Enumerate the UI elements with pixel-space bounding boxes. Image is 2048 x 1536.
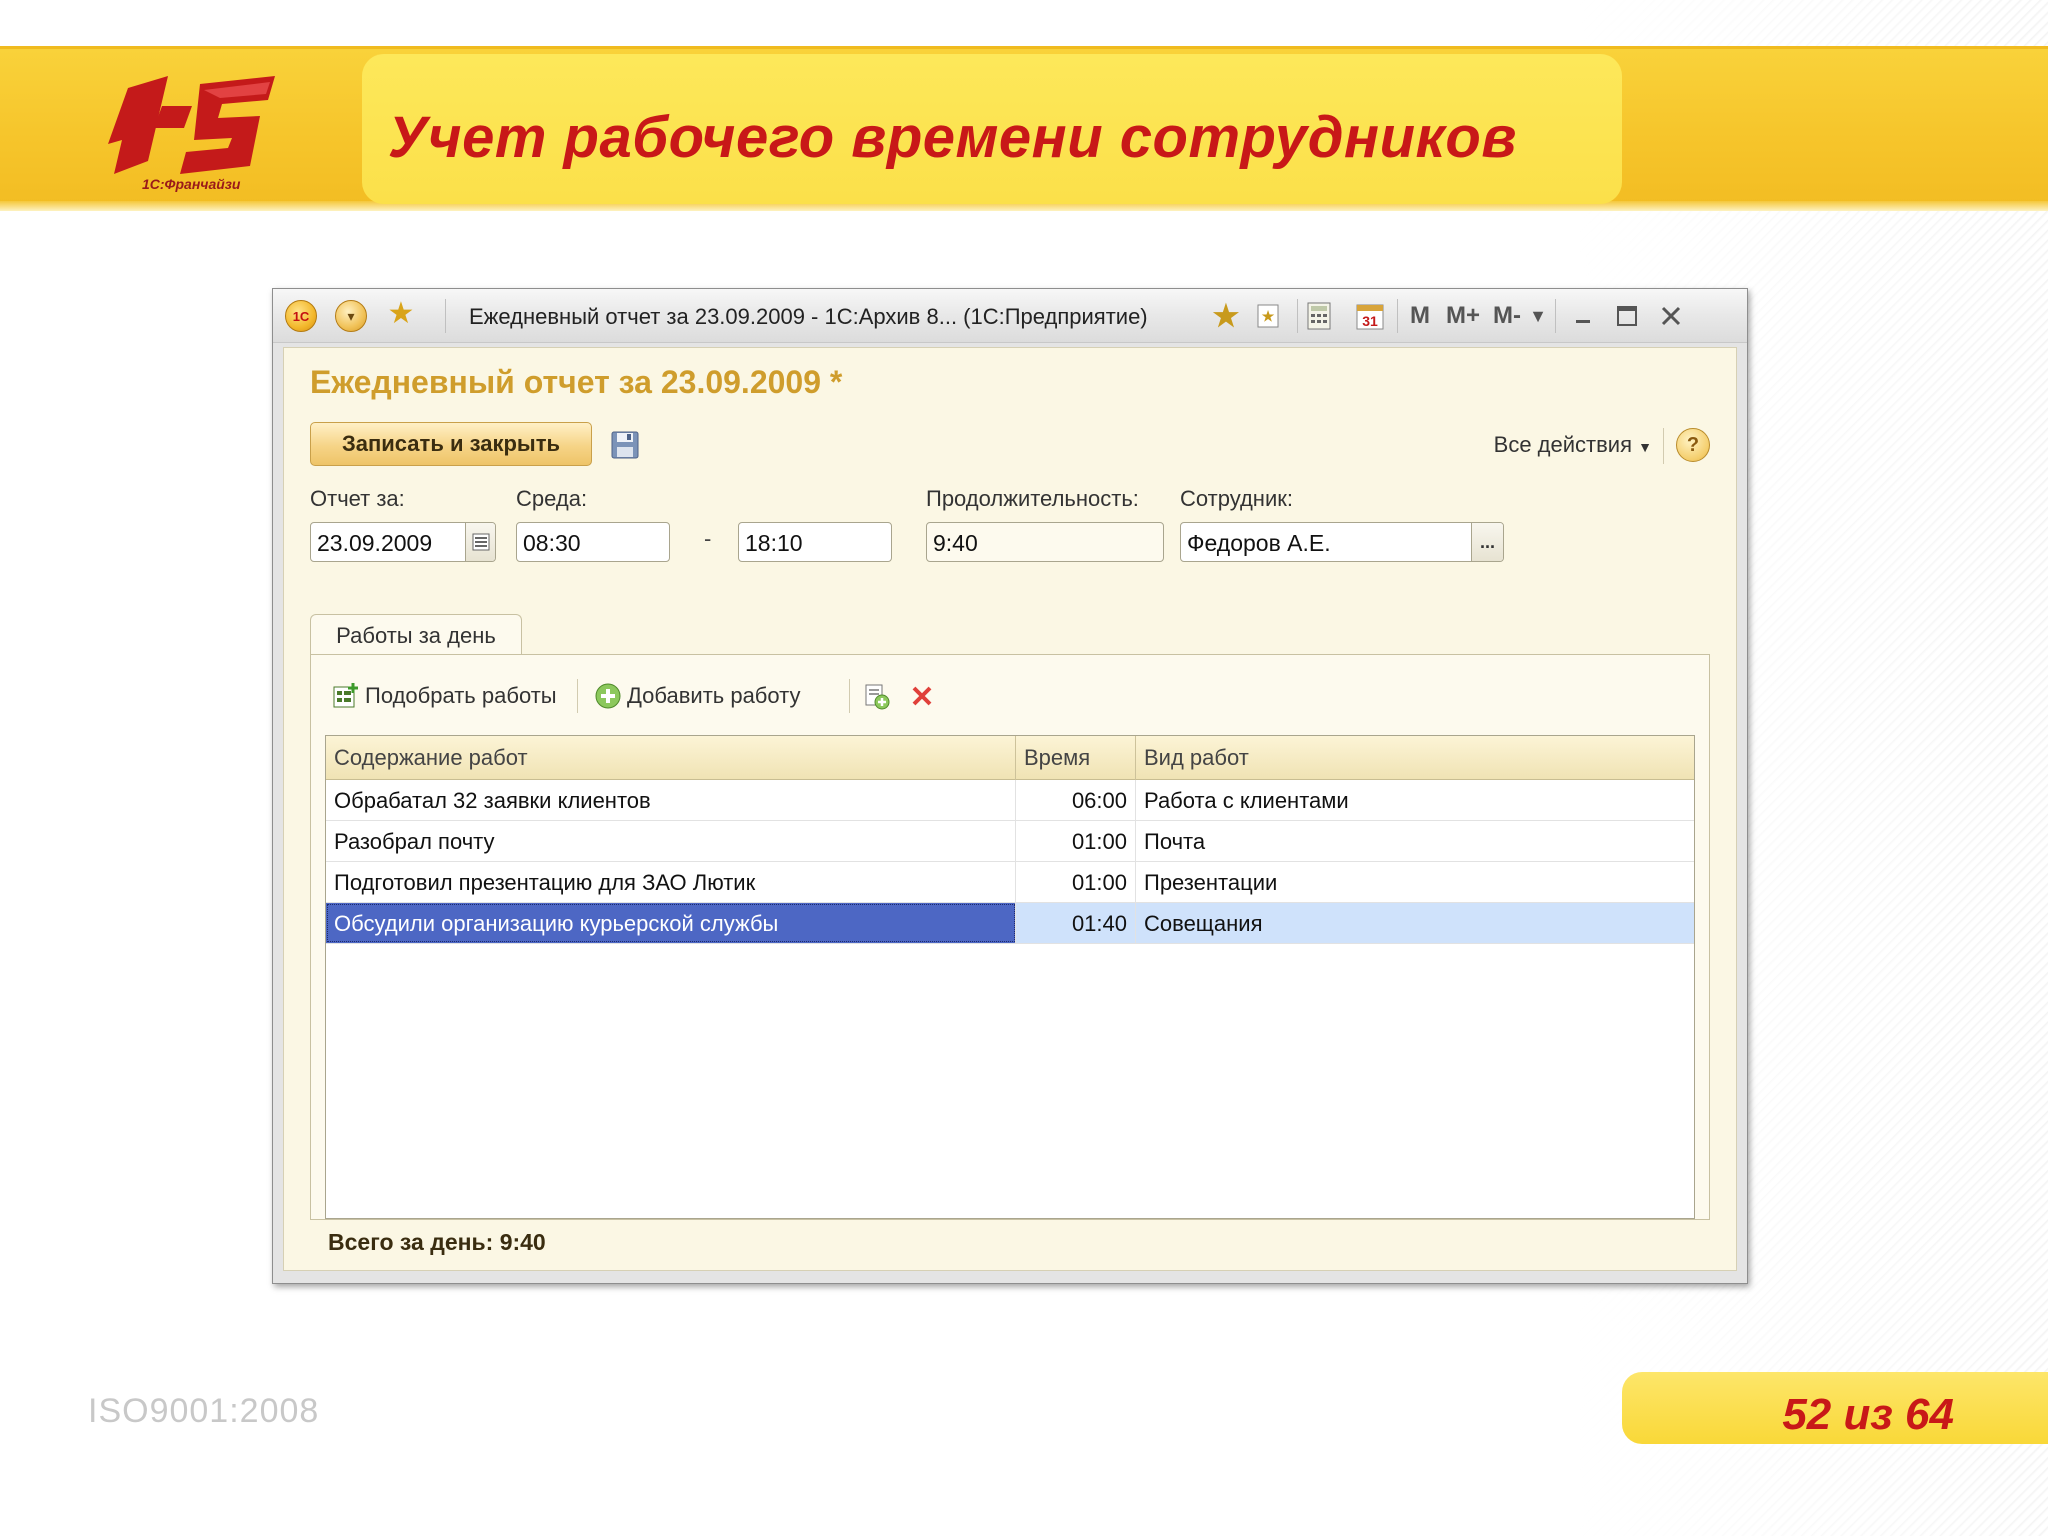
row-content: Обрабатал 32 заявки клиентов (326, 780, 1016, 820)
total-per-day: Всего за день: 9:40 (328, 1229, 546, 1255)
table-row[interactable]: Подготовил презентацию для ЗАО Лютик 01:… (326, 862, 1694, 903)
copy-row-button[interactable] (861, 679, 895, 713)
help-button[interactable]: ? (1676, 428, 1710, 462)
chevron-down-icon: ▼ (1638, 439, 1652, 455)
column-header-type[interactable]: Вид работ (1136, 736, 1694, 780)
svg-text:★: ★ (1262, 308, 1275, 324)
row-time: 01:40 (1016, 903, 1136, 943)
employee-label: Сотрудник: (1180, 486, 1293, 511)
works-table[interactable]: Содержание работ Время Вид работ Обрабат… (325, 735, 1695, 1219)
delete-x-icon (912, 686, 932, 706)
row-type: Совещания (1144, 911, 1263, 936)
save-disk-icon[interactable] (610, 430, 640, 460)
time-range-dash: - (704, 526, 712, 551)
favorites-star-icon[interactable]: ★ (383, 297, 419, 330)
close-icon[interactable] (1657, 301, 1685, 331)
chevron-down-icon[interactable]: ▼ (1527, 301, 1549, 331)
delete-row-button[interactable] (907, 679, 941, 713)
slide-title: Учет рабочего времени сотрудников (388, 105, 1517, 170)
row-content: Подготовил презентацию для ЗАО Лютик (326, 862, 1016, 902)
memory-minus-button[interactable]: M- (1487, 301, 1527, 331)
employee-field[interactable]: Федоров А.Е. ... (1180, 522, 1504, 562)
row-type: Работа с клиентами (1144, 788, 1349, 813)
maximize-icon[interactable] (1613, 301, 1641, 331)
command-separator (849, 679, 850, 713)
pick-works-icon (333, 683, 358, 708)
report-date-label: Отчет за: (310, 486, 405, 511)
table-header: Содержание работ Время Вид работ (326, 736, 1694, 780)
window-title: Ежедневный отчет за 23.09.2009 - 1С:Архи… (469, 304, 1148, 329)
form-title: Ежедневный отчет за 23.09.2009 * (310, 364, 843, 400)
pick-works-label: Подобрать работы (365, 683, 557, 708)
duration-field: 9:40 (926, 522, 1164, 562)
window-titlebar: 1С ▾ ★ Ежедневный отчет за 23.09.2009 - … (273, 289, 1747, 343)
tab-panel-works: Подобрать работы Добавить работу Содержа… (310, 654, 1710, 1220)
titlebar-separator (1397, 299, 1398, 333)
report-date-field[interactable]: 23.09.2009 (310, 522, 496, 562)
titlebar-separator (1297, 299, 1298, 333)
iso-certification: ISO9001:2008 (88, 1392, 320, 1430)
1c-logo-icon[interactable]: 1С (285, 300, 317, 332)
row-type: Презентации (1144, 870, 1278, 895)
copy-row-icon (865, 684, 890, 710)
add-work-label: Добавить работу (627, 683, 801, 708)
add-to-favorites-icon[interactable]: ★ (1209, 300, 1243, 333)
calculator-icon[interactable] (1303, 301, 1335, 331)
employee-value: Федоров А.Е. (1187, 530, 1331, 556)
calendar-day: 31 (1362, 313, 1378, 329)
add-work-button[interactable]: Добавить работу (593, 679, 801, 713)
calendar-icon[interactable]: 31 (1353, 301, 1387, 331)
table-row-selected[interactable]: Обсудили организацию курьерской службы 0… (326, 903, 1694, 944)
calendar-picker-icon[interactable] (465, 523, 495, 561)
report-date-value: 23.09.2009 (317, 530, 433, 556)
table-row[interactable]: Обрабатал 32 заявки клиентов 06:00 Работ… (326, 780, 1694, 821)
form-content: Ежедневный отчет за 23.09.2009 * Записат… (283, 347, 1737, 1271)
toolbar-separator (1663, 428, 1664, 464)
duration-label: Продолжительность: (926, 486, 1139, 511)
row-time: 01:00 (1016, 821, 1136, 861)
app-window: 1С ▾ ★ Ежедневный отчет за 23.09.2009 - … (272, 288, 1748, 1284)
row-type: Почта (1144, 829, 1206, 854)
memory-m-button[interactable]: M (1405, 301, 1435, 331)
save-and-close-button[interactable]: Записать и закрыть (310, 422, 592, 466)
row-time: 01:00 (1016, 862, 1136, 902)
command-separator (577, 679, 578, 713)
environment-label: Среда: (516, 486, 588, 511)
bookmark-icon[interactable]: ★ (1253, 301, 1283, 331)
page-number: 52 из 64 (1782, 1390, 1954, 1439)
pick-works-button[interactable]: Подобрать работы (331, 679, 557, 713)
logo-caption: 1С:Франчайзи (142, 176, 241, 192)
employee-select-button[interactable]: ... (1471, 523, 1503, 561)
row-content[interactable]: Обсудили организацию курьерской службы (326, 903, 1016, 943)
time-from-field[interactable]: 08:30 (516, 522, 670, 562)
minimize-icon[interactable] (1569, 301, 1597, 331)
all-actions-menu[interactable]: Все действия ▼ (1494, 432, 1652, 458)
titlebar-separator (1555, 299, 1556, 333)
memory-plus-button[interactable]: M+ (1443, 301, 1483, 331)
column-header-time[interactable]: Время (1016, 736, 1136, 780)
main-menu-icon[interactable]: ▾ (335, 300, 367, 332)
column-header-content[interactable]: Содержание работ (326, 736, 1016, 780)
time-to-field[interactable]: 18:10 (738, 522, 892, 562)
add-circle-icon (595, 683, 621, 709)
all-actions-label: Все действия (1493, 432, 1633, 457)
tab-works-of-day[interactable]: Работы за день (310, 614, 522, 656)
row-time: 06:00 (1016, 780, 1136, 820)
table-row[interactable]: Разобрал почту 01:00 Почта (326, 821, 1694, 862)
titlebar-separator (445, 299, 446, 333)
row-content: Разобрал почту (326, 821, 1016, 861)
